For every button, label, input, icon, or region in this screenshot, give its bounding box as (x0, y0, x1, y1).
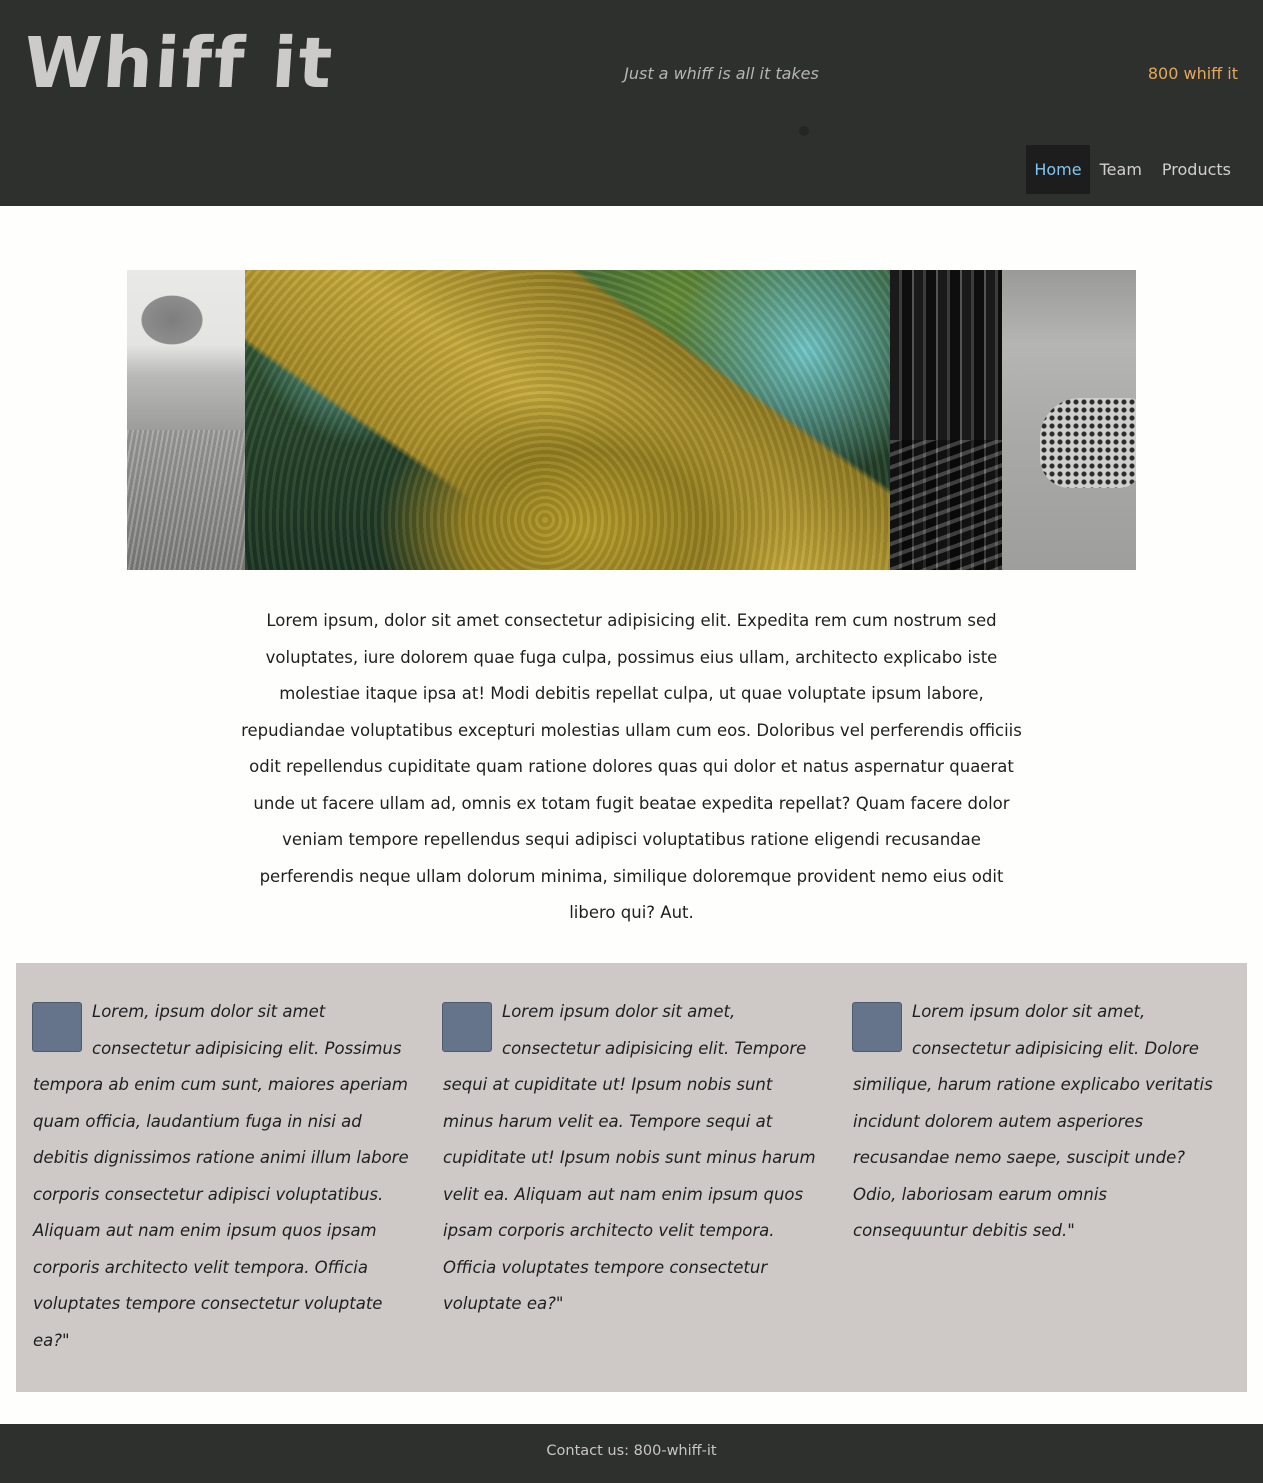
footer-contact: Contact us: 800-whiff-it (546, 1443, 717, 1459)
site-logo[interactable]: Whiff it (21, 22, 337, 104)
site-header: Whiff it Just a whiff is all it takes 80… (0, 0, 1263, 206)
forest-trees-photo (890, 270, 1002, 570)
meadow-tree-photo (127, 270, 245, 570)
main-nav: Home Team Products (1026, 145, 1241, 194)
leopard-photo (1002, 270, 1136, 570)
avatar (32, 1002, 82, 1052)
testimonial-text: Lorem ipsum dolor sit amet, consectetur … (853, 1002, 1213, 1240)
nav-item-team[interactable]: Team (1090, 145, 1152, 194)
testimonial-card: Lorem ipsum dolor sit amet, consectetur … (852, 994, 1223, 1250)
testimonial-card: Lorem, ipsum dolor sit amet consectetur … (32, 994, 413, 1359)
nav-item-products[interactable]: Products (1152, 145, 1241, 194)
avatar (852, 1002, 902, 1052)
intro-paragraph: Lorem ipsum, dolor sit amet consectetur … (241, 611, 1022, 922)
testimonial-text: Lorem, ipsum dolor sit amet consectetur … (33, 1002, 409, 1350)
carousel-indicator-dot[interactable] (799, 126, 809, 136)
testimonial-card: Lorem ipsum dolor sit amet, consectetur … (442, 994, 823, 1323)
avatar (442, 1002, 492, 1052)
header-phone: 800 whiff it (1147, 64, 1238, 83)
mossy-tree-photo (245, 270, 890, 570)
leopard-figure (1040, 398, 1136, 488)
tagline: Just a whiff is all it takes (624, 64, 819, 83)
site-footer: Contact us: 800-whiff-it (0, 1424, 1263, 1483)
nav-item-home[interactable]: Home (1026, 145, 1090, 194)
testimonial-text: Lorem ipsum dolor sit amet, consectetur … (443, 1002, 816, 1313)
hero-image-strip (127, 270, 1136, 570)
